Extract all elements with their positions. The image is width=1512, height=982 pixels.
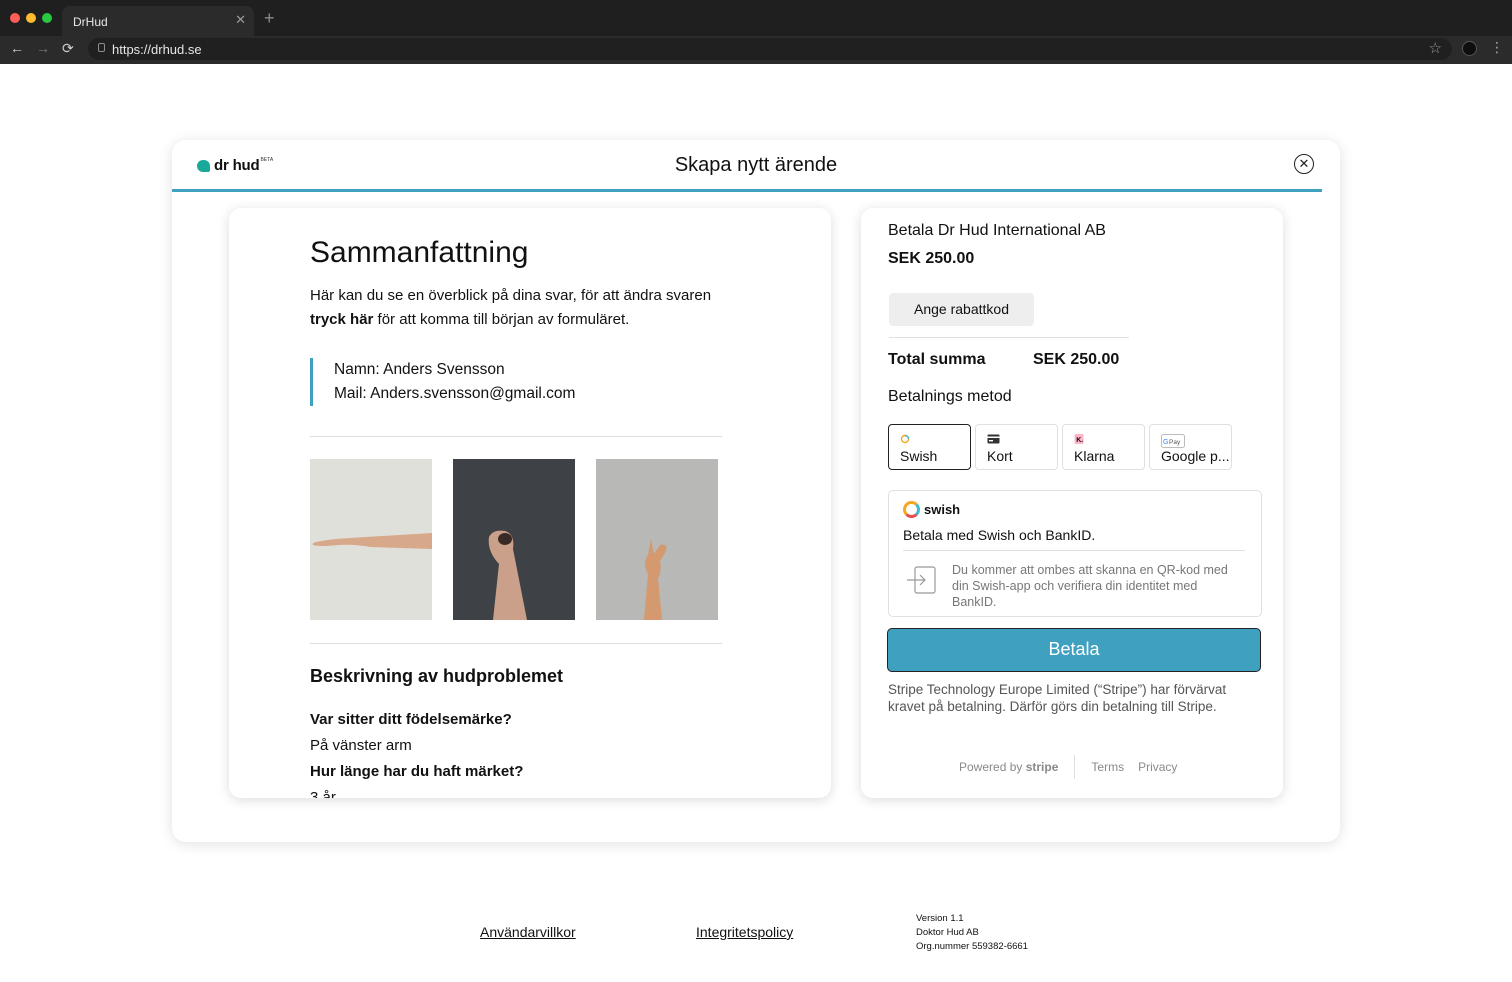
powered-by-stripe[interactable]: Powered by stripe [959, 760, 1058, 774]
back-arrow-icon[interactable]: ← [10, 40, 24, 56]
divider [310, 436, 722, 437]
swish-description: Betala med Swish och BankID. [903, 527, 1096, 543]
redirect-icon [907, 566, 936, 594]
summary-content: Sammanfattning Här kan du se en överblic… [310, 236, 722, 798]
payment-amount: SEK 250.00 [888, 250, 975, 267]
method-label: Klarna [1074, 448, 1115, 464]
method-tab-klarna[interactable]: K. Klarna [1062, 424, 1145, 470]
contact-mail: Mail: Anders.svensson@gmail.com [334, 385, 576, 402]
url-text: https://drhud.se [112, 42, 202, 57]
card-icon [987, 434, 1000, 444]
answer-birthmark-location: På vänster arm [310, 737, 412, 754]
swish-panel: swish Betala med Swish och BankID. Du ko… [888, 490, 1262, 617]
summary-title: Sammanfattning [310, 236, 529, 269]
method-tab-swish[interactable]: Swish [888, 424, 971, 470]
new-tab-icon[interactable]: + [264, 8, 275, 29]
outstretched-arm-image [312, 533, 432, 549]
powered-by-label: Powered by [959, 760, 1023, 774]
answer-birthmark-duration: 3 år [310, 789, 336, 798]
summary-card: Sammanfattning Här kan du se en överblic… [229, 208, 831, 798]
forward-arrow-icon[interactable]: → [36, 40, 50, 56]
swish-wordmark: swish [924, 502, 961, 517]
stripe-terms-link[interactable]: Terms [1091, 760, 1124, 774]
divider [889, 337, 1129, 338]
tab-bar: DrHud ✕ + [0, 0, 1512, 36]
window-minimize-dot[interactable] [26, 13, 36, 23]
photo-gallery [310, 459, 722, 620]
address-bar[interactable]: https://drhud.se ☆ [88, 38, 1452, 60]
method-label: Swish [900, 448, 938, 464]
swish-brand: swish [903, 501, 960, 518]
question-birthmark-location: Var sitter ditt födelsemärke? [310, 711, 512, 728]
promo-code-button[interactable]: Ange rabattkod [889, 293, 1034, 326]
browser-chrome: DrHud ✕ + ← → ⟳ https://drhud.se ☆ ⋮ [0, 0, 1512, 64]
divider [903, 550, 1245, 551]
intro-suffix: för att komma till början av formuläret. [373, 311, 630, 328]
swish-icon [900, 434, 910, 444]
swish-info-text: Du kommer att ombes att skanna en QR-kod… [952, 563, 1228, 609]
stripe-notice: Stripe Technology Europe Limited (“Strip… [888, 682, 1227, 714]
stripe-footer: Powered by stripe Terms Privacy [959, 755, 1191, 779]
stripe-wordmark: stripe [1025, 760, 1059, 774]
svg-text:Pay: Pay [1169, 439, 1181, 446]
browser-tab[interactable]: DrHud ✕ [62, 6, 254, 36]
method-tab-google-pay[interactable]: G Pay Google p... [1149, 424, 1232, 470]
version-text: Version 1.1 [916, 913, 964, 924]
bookmark-star-icon[interactable]: ☆ [1429, 39, 1442, 57]
contact-name: Namn: Anders Svensson [334, 361, 505, 378]
profile-avatar[interactable] [1462, 41, 1477, 56]
version-info: Version 1.1 Doktor Hud AB Org.nummer 559… [916, 912, 1028, 954]
company-name: Doktor Hud AB [916, 927, 979, 938]
skin-problem-heading: Beskrivning av hudproblemet [310, 666, 564, 686]
arm-photo-2[interactable] [453, 459, 575, 620]
close-modal-button[interactable]: ✕ [1294, 154, 1314, 174]
total-label: Total summa [888, 351, 986, 368]
window-maximize-dot[interactable] [42, 13, 52, 23]
raised-hand-image [644, 539, 667, 620]
edit-answers-link[interactable]: tryck här [310, 311, 373, 328]
divider [310, 643, 722, 644]
arm-photo-3[interactable] [596, 459, 718, 620]
tab-close-icon[interactable]: ✕ [235, 12, 246, 28]
new-case-modal: dr hud BETA Skapa nytt ärende ✕ Sammanfa… [172, 140, 1340, 842]
total-value: SEK 250.00 [1033, 351, 1120, 368]
payment-card: Betala Dr Hud International AB SEK 250.0… [861, 208, 1283, 798]
summary-intro: Här kan du se en överblick på dina svar,… [310, 284, 722, 332]
swish-logo-icon [903, 501, 920, 518]
method-label: Google p... [1161, 448, 1230, 464]
divider [1074, 755, 1076, 779]
pay-button[interactable]: Betala [887, 628, 1261, 672]
modal-title: Skapa nytt ärende [674, 154, 838, 176]
svg-text:K.: K. [1076, 437, 1083, 444]
payee-name: Betala Dr Hud International AB [888, 222, 1106, 239]
klarna-icon: K. [1074, 434, 1084, 444]
payment-method-heading: Betalnings metod [888, 388, 1012, 405]
contact-details: Namn: Anders Svensson Mail: Anders.svens… [310, 358, 722, 406]
arm-photo-1[interactable] [310, 459, 432, 620]
method-tab-card[interactable]: Kort [975, 424, 1058, 470]
browser-menu-icon[interactable]: ⋮ [1490, 39, 1504, 56]
privacy-policy-link[interactable]: Integritetspolicy [696, 924, 793, 940]
window-close-dot[interactable] [10, 13, 20, 23]
intro-prefix: Här kan du se en överblick på dina svar,… [310, 287, 712, 304]
lock-icon [98, 43, 105, 52]
question-birthmark-duration: Hur länge har du haft märket? [310, 763, 524, 780]
reload-icon[interactable]: ⟳ [62, 40, 74, 57]
payment-method-tabs: Swish Kort K. Klarna G Pay Google p... [888, 424, 1232, 470]
raised-fist-image [488, 530, 527, 620]
svg-text:G: G [1163, 439, 1168, 446]
terms-of-use-link[interactable]: Användarvillkor [480, 924, 576, 940]
tab-title: DrHud [73, 15, 108, 29]
org-number: Org.nummer 559382-6661 [916, 941, 1028, 952]
google-pay-icon: G Pay [1161, 434, 1185, 448]
stripe-privacy-link[interactable]: Privacy [1138, 760, 1177, 774]
method-label: Kort [987, 448, 1013, 464]
